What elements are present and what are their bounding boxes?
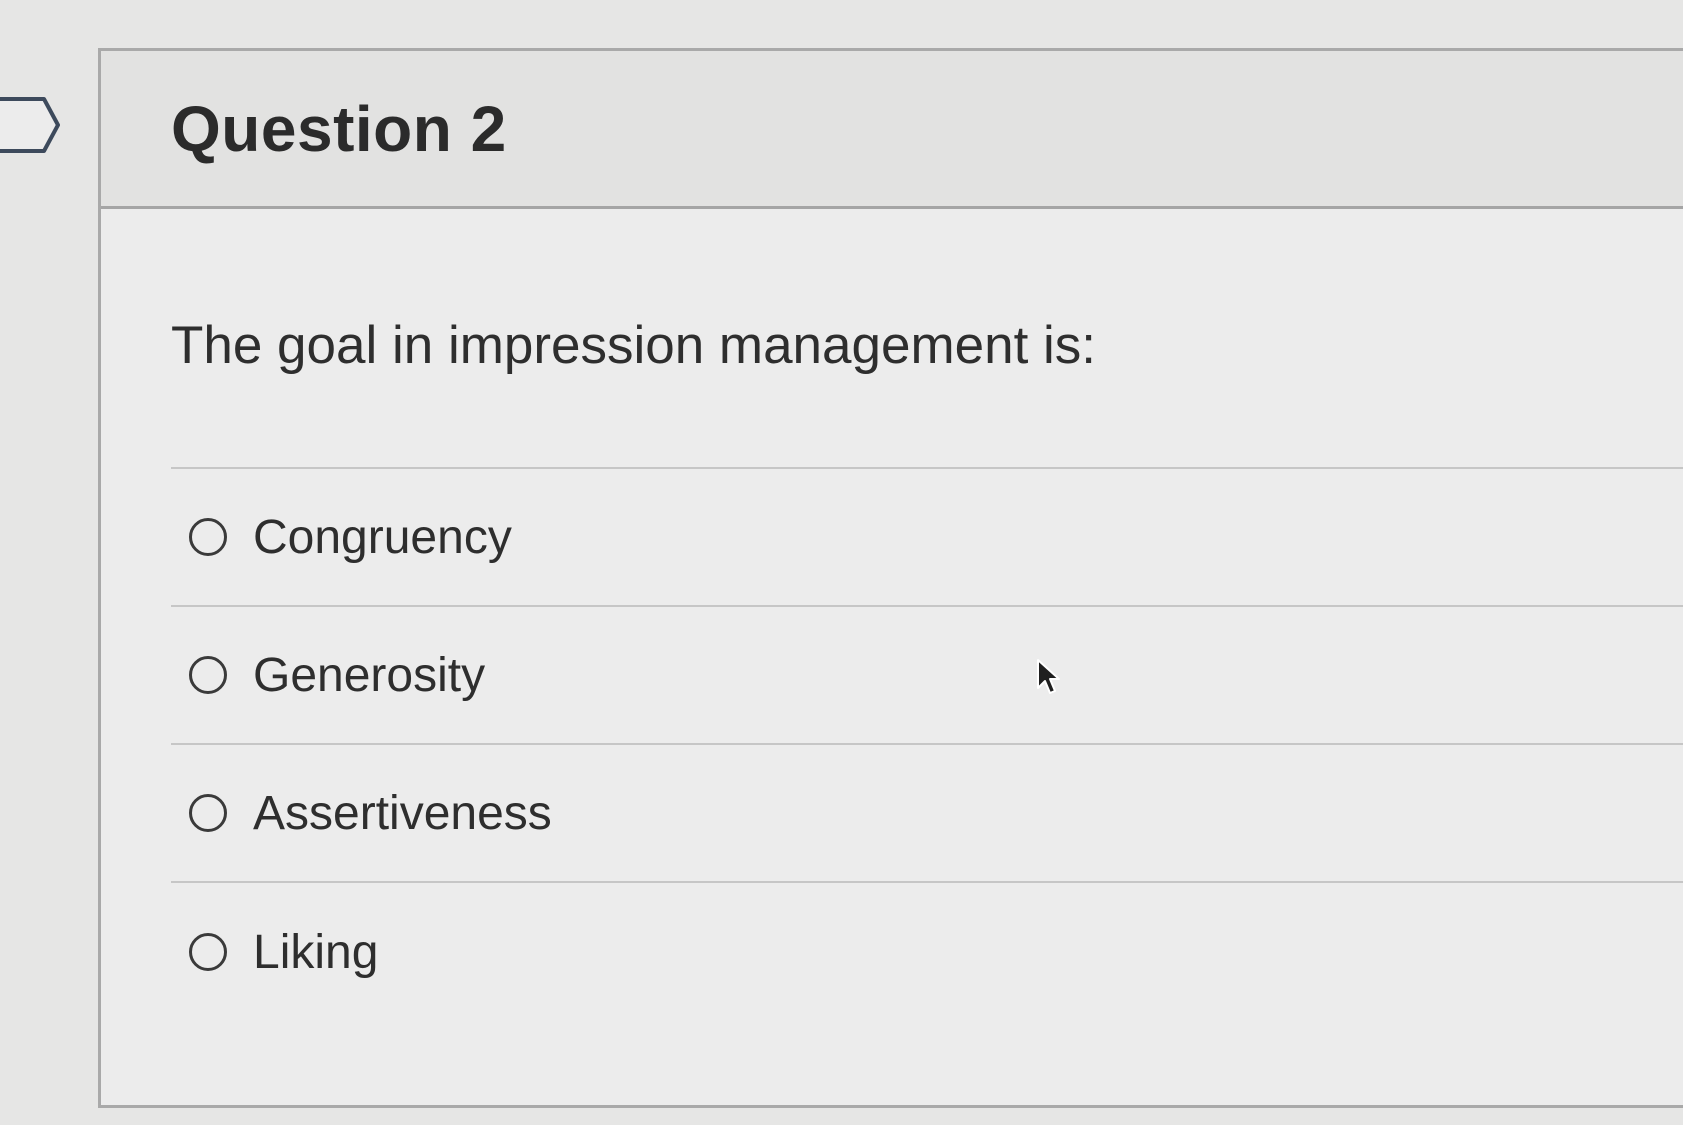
answer-label: Congruency bbox=[253, 510, 512, 564]
answer-option-generosity[interactable]: Generosity bbox=[171, 607, 1683, 745]
question-card: Question 2 The goal in impression manage… bbox=[98, 48, 1683, 1108]
question-prompt: The goal in impression management is: bbox=[171, 316, 1097, 375]
question-header: Question 2 bbox=[101, 51, 1683, 209]
question-title: Question 2 bbox=[171, 92, 507, 165]
answer-list: Congruency Generosity Assertiveness Liki… bbox=[171, 467, 1683, 1021]
answer-option-congruency[interactable]: Congruency bbox=[171, 469, 1683, 607]
radio-circle-icon[interactable] bbox=[189, 933, 227, 971]
answer-label: Generosity bbox=[253, 648, 486, 702]
mouse-pointer-icon bbox=[1037, 659, 1060, 694]
answer-label: Liking bbox=[253, 925, 379, 979]
answer-label: Assertiveness bbox=[253, 786, 552, 840]
question-body: The goal in impression management is: Co… bbox=[101, 209, 1683, 1021]
answer-option-liking[interactable]: Liking bbox=[171, 883, 1683, 1021]
radio-circle-icon[interactable] bbox=[189, 656, 227, 694]
flag-marker-icon[interactable] bbox=[0, 96, 62, 154]
answer-option-assertiveness[interactable]: Assertiveness bbox=[171, 745, 1683, 883]
radio-circle-icon[interactable] bbox=[189, 794, 227, 832]
radio-circle-icon[interactable] bbox=[189, 518, 227, 556]
